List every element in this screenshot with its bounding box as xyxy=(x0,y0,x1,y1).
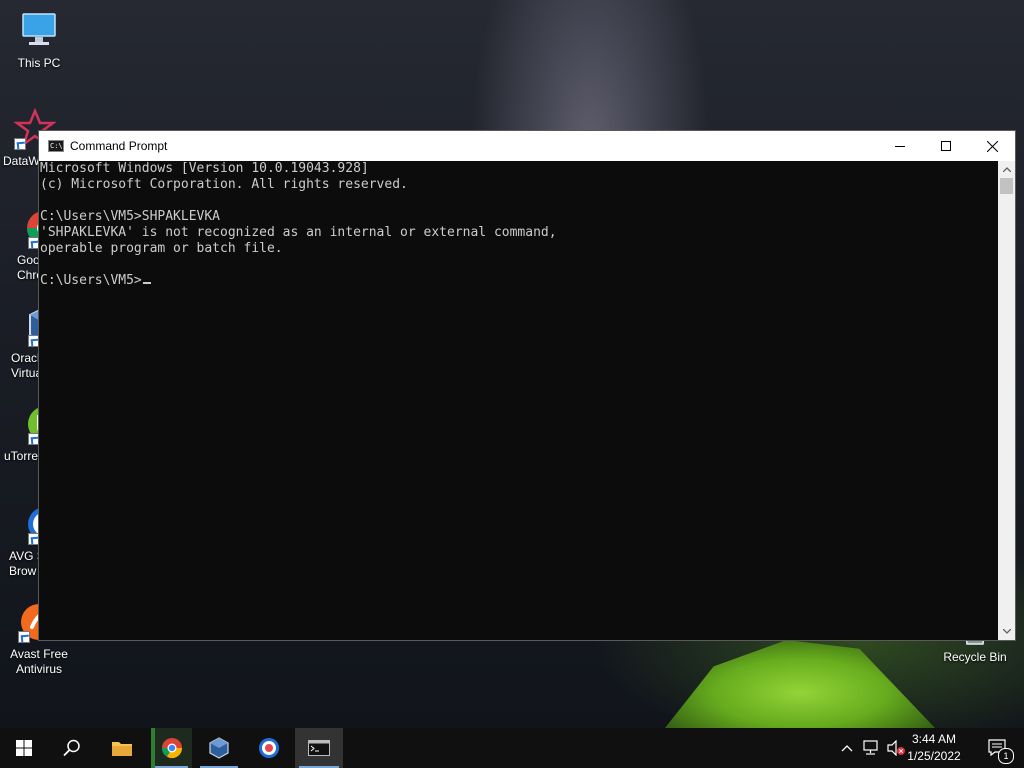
start-button[interactable] xyxy=(0,728,48,768)
shortcut-arrow-icon xyxy=(18,631,30,643)
taskbar-file-explorer[interactable] xyxy=(98,728,146,768)
command-prompt-icon xyxy=(308,740,330,756)
scroll-down-button[interactable] xyxy=(998,623,1015,640)
maximize-icon xyxy=(941,141,951,151)
start-icon xyxy=(16,740,32,756)
chevron-up-icon xyxy=(1002,167,1011,172)
window-controls xyxy=(877,131,1015,161)
file-explorer-icon xyxy=(112,742,132,756)
console-line: operable program or batch file. xyxy=(40,241,283,256)
minimize-icon xyxy=(895,146,905,147)
taskbar-avg-browser[interactable] xyxy=(246,728,292,768)
network-icon xyxy=(863,740,878,755)
chrome-icon xyxy=(161,738,182,759)
chevron-up-icon xyxy=(841,745,853,752)
command-prompt-window[interactable]: C:\ Command Prompt Microsoft Windows [Ve… xyxy=(38,130,1016,641)
this-pc-icon xyxy=(18,10,60,52)
desktop-icon-this-pc[interactable]: This PC xyxy=(4,10,74,71)
taskbar-virtualbox[interactable] xyxy=(196,728,242,768)
window-title: Command Prompt xyxy=(70,139,168,153)
maximize-button[interactable] xyxy=(923,131,969,161)
scroll-up-button[interactable] xyxy=(998,161,1015,178)
command-prompt-icon: C:\ xyxy=(48,140,64,152)
avast-label: Avast Free Antivirus xyxy=(10,647,68,676)
taskbar-command-prompt[interactable] xyxy=(295,728,343,768)
clock-time: 3:44 AM xyxy=(911,732,957,746)
console-line: Microsoft Windows [Version 10.0.19043.92… xyxy=(40,161,369,176)
chrome-accent-bar xyxy=(151,728,155,768)
action-center-button[interactable]: 1 xyxy=(978,728,1018,768)
avg-browser-icon xyxy=(259,738,279,758)
clock-date: 1/25/2022 xyxy=(907,749,961,763)
virtualbox-icon xyxy=(209,737,229,759)
show-hidden-icons-button[interactable] xyxy=(836,728,858,768)
search-icon xyxy=(63,739,80,757)
vertical-scrollbar[interactable] xyxy=(998,161,1015,640)
shortcut-arrow-icon xyxy=(14,138,26,150)
recycle-bin-label: Recycle Bin xyxy=(943,650,1007,664)
window-titlebar[interactable]: C:\ Command Prompt xyxy=(39,131,1015,161)
taskbar-clock[interactable]: 3:44 AM 1/25/2022 xyxy=(898,728,970,768)
chevron-down-icon xyxy=(1002,629,1011,634)
close-button[interactable] xyxy=(969,131,1015,161)
close-icon xyxy=(986,140,998,152)
this-pc-label: This PC xyxy=(17,56,61,70)
console-line: 'SHPAKLEVKA' is not recognized as an int… xyxy=(40,225,557,240)
taskbar: 3:44 AM 1/25/2022 1 xyxy=(0,728,1024,768)
taskbar-chrome[interactable] xyxy=(151,728,192,768)
minimize-button[interactable] xyxy=(877,131,923,161)
network-status[interactable] xyxy=(860,728,882,768)
console-line: (c) Microsoft Corporation. All rights re… xyxy=(40,177,408,192)
scroll-thumb[interactable] xyxy=(1000,178,1013,194)
notification-count-badge: 1 xyxy=(998,748,1014,764)
console-prompt-line[interactable]: C:\Users\VM5> xyxy=(40,273,999,289)
search-button[interactable] xyxy=(48,728,96,768)
console-prompt: C:\Users\VM5> xyxy=(40,273,142,288)
console-line: C:\Users\VM5>SHPAKLEVKA xyxy=(40,209,221,224)
text-cursor xyxy=(142,282,151,284)
console-output[interactable]: Microsoft Windows [Version 10.0.19043.92… xyxy=(39,161,999,640)
wallpaper-tent xyxy=(665,640,935,728)
